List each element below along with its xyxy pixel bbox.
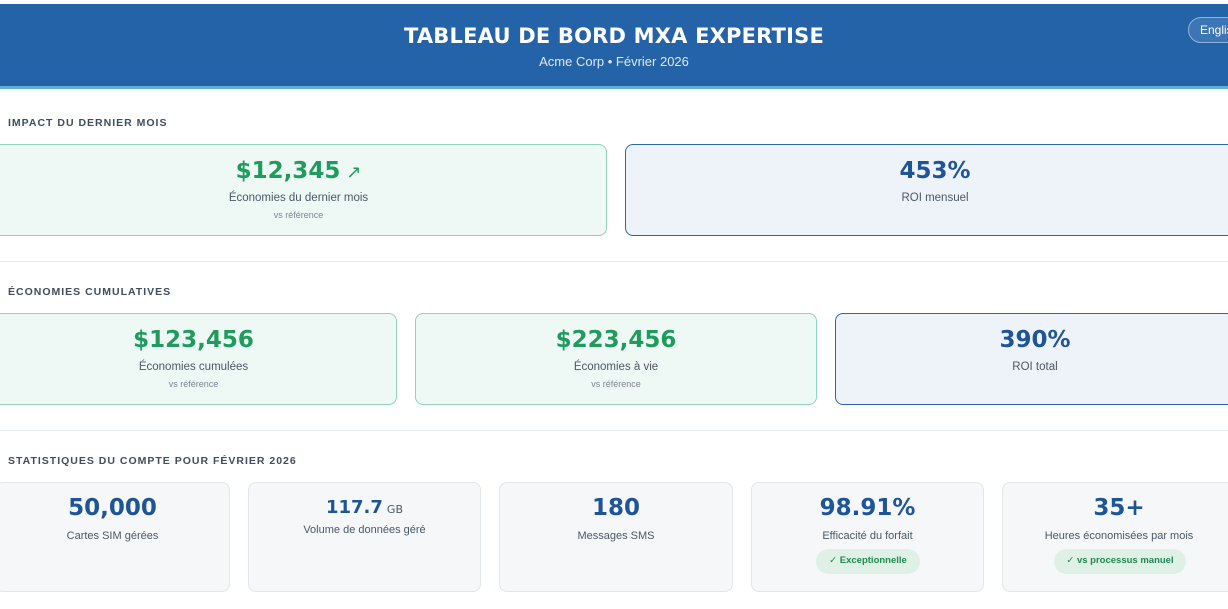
lifetime-savings-label: Économies à vie <box>573 361 659 373</box>
sim-cards-stat-card: 50,000 Cartes SIM gérées <box>0 482 230 592</box>
cumulative-savings-card: $123,456 Économies cumulées vs référence <box>0 313 397 405</box>
plan-efficiency-badge: ✓ Exceptionnelle <box>816 549 920 574</box>
hours-saved-value: 35+ <box>1093 495 1145 521</box>
data-volume-value: 117.7 <box>325 497 383 518</box>
total-roi-label: ROI total <box>1012 361 1058 373</box>
data-volume-value-row: 117.7 GB <box>249 497 480 518</box>
sms-stat-card: 180 Messages SMS <box>499 482 733 592</box>
sim-cards-value: 50,000 <box>68 495 157 521</box>
last-month-savings-label: Économies du dernier mois <box>228 192 369 204</box>
monthly-roi-card: 453% ROI mensuel <box>625 144 1228 236</box>
section-divider <box>0 430 1228 431</box>
plan-efficiency-label: Efficacité du forfait <box>822 530 913 542</box>
section-title-cumulative: ÉCONOMIES CUMULATIVES <box>8 286 172 298</box>
dashboard-page: TABLEAU DE BORD MXA EXPERTISE Acme Corp … <box>0 0 1228 609</box>
page-title: TABLEAU DE BORD MXA EXPERTISE <box>403 24 825 48</box>
last-month-savings-card: $12,345 ↗ Économies du dernier mois vs ré… <box>0 144 607 236</box>
monthly-roi-label: ROI mensuel <box>901 192 969 204</box>
language-toggle-button[interactable]: English <box>1188 17 1228 43</box>
section-title-impact: IMPACT DU DERNIER MOIS <box>8 117 168 129</box>
sms-value: 180 <box>591 495 640 521</box>
hours-saved-label: Heures économisées par mois <box>1044 530 1194 542</box>
lifetime-savings-note: vs référence <box>591 379 641 389</box>
cumulative-savings-note: vs référence <box>168 379 219 389</box>
hours-saved-stat-card: 35+ Heures économisées par mois ✓ vs pro… <box>1002 482 1228 592</box>
lifetime-savings-card: $223,456 Économies à vie vs référence <box>415 313 817 405</box>
hours-saved-badge: ✓ vs processus manuel <box>1054 549 1186 574</box>
last-month-savings-note: vs référence <box>273 210 324 220</box>
cumulative-savings-label: Économies cumulées <box>138 361 249 373</box>
total-roi-card: 390% ROI total <box>835 313 1228 405</box>
data-volume-label: Volume de données géré <box>303 524 426 536</box>
data-volume-stat-card: 117.7 GB Volume de données géré <box>248 482 481 592</box>
monthly-roi-value: 453% <box>899 158 971 184</box>
total-roi-value: 390% <box>999 327 1071 353</box>
sms-label: Messages SMS <box>577 530 655 542</box>
plan-efficiency-stat-card: 98.91% Efficacité du forfait ✓ Exception… <box>751 482 984 592</box>
section-title-stats: STATISTIQUES DU COMPTE POUR FÉVRIER 2026 <box>8 455 297 467</box>
sim-cards-label: Cartes SIM gérées <box>66 530 159 542</box>
dashboard-header: TABLEAU DE BORD MXA EXPERTISE Acme Corp … <box>0 4 1228 89</box>
lifetime-savings-value: $223,456 <box>555 327 677 353</box>
data-volume-unit: GB <box>386 503 403 516</box>
last-month-savings-value: $12,345 <box>235 158 341 184</box>
last-month-savings-value-row: $12,345 ↗ <box>0 158 606 184</box>
section-divider <box>0 261 1228 262</box>
trending-up-icon: ↗ <box>346 162 362 183</box>
page-subtitle: Acme Corp • Février 2026 <box>539 54 689 69</box>
plan-efficiency-value: 98.91% <box>819 495 916 521</box>
cumulative-savings-value: $123,456 <box>133 327 254 353</box>
